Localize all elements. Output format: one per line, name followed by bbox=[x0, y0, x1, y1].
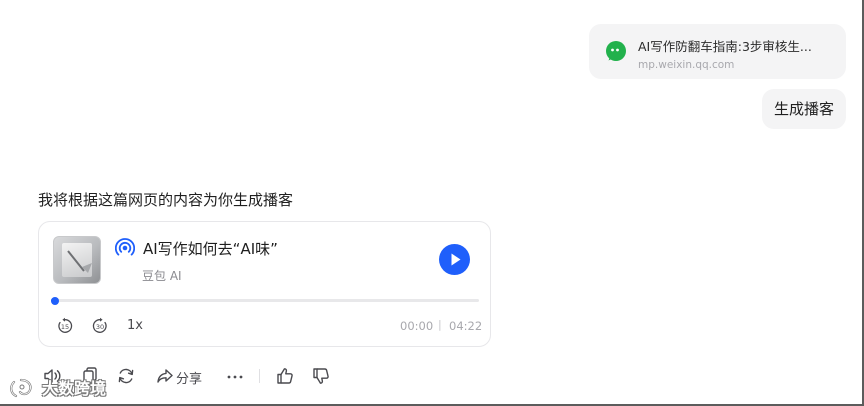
link-title: AI写作防翻车指南:3步审核生... bbox=[638, 39, 812, 54]
svg-text:15: 15 bbox=[61, 323, 69, 331]
thumbs-down-icon[interactable] bbox=[311, 366, 331, 386]
podcast-icon bbox=[114, 238, 136, 258]
svg-text:30: 30 bbox=[96, 323, 104, 331]
action-divider bbox=[259, 369, 260, 383]
podcast-author: 豆包 AI bbox=[142, 269, 182, 283]
podcast-title: AI写作如何去“AI味” bbox=[143, 240, 278, 258]
current-time: 00:00 bbox=[400, 319, 434, 333]
podcast-cover-image bbox=[53, 236, 101, 284]
total-duration: 04:22 bbox=[449, 319, 483, 333]
share-icon[interactable] bbox=[155, 366, 175, 386]
watermark-text: 大数跨境 bbox=[42, 379, 107, 398]
rewind-15-icon[interactable]: 15 bbox=[56, 317, 74, 335]
time-separator: | bbox=[438, 318, 442, 331]
assistant-reply-text: 我将根据这篇网页的内容为你生成播客 bbox=[38, 191, 294, 209]
progress-bar[interactable] bbox=[51, 296, 479, 305]
thumbs-up-icon[interactable] bbox=[275, 366, 295, 386]
play-button[interactable] bbox=[439, 244, 470, 275]
forward-30-icon[interactable]: 30 bbox=[91, 317, 109, 335]
shared-link-card[interactable]: AI写作防翻车指南:3步审核生... mp.weixin.qq.com bbox=[589, 24, 846, 79]
more-icon[interactable] bbox=[225, 366, 245, 386]
progress-handle[interactable] bbox=[51, 296, 60, 305]
playback-speed-button[interactable]: 1x bbox=[127, 318, 143, 333]
refresh-icon[interactable] bbox=[116, 366, 136, 386]
share-button-label[interactable]: 分享 bbox=[176, 368, 202, 387]
link-url: mp.weixin.qq.com bbox=[638, 59, 735, 71]
podcast-player-card: AI写作如何去“AI味” 豆包 AI 15 30 1x 00:00 | 04:2… bbox=[38, 221, 491, 347]
wechat-icon bbox=[604, 41, 628, 61]
play-icon bbox=[451, 253, 461, 266]
user-message-bubble: 生成播客 bbox=[762, 89, 846, 129]
